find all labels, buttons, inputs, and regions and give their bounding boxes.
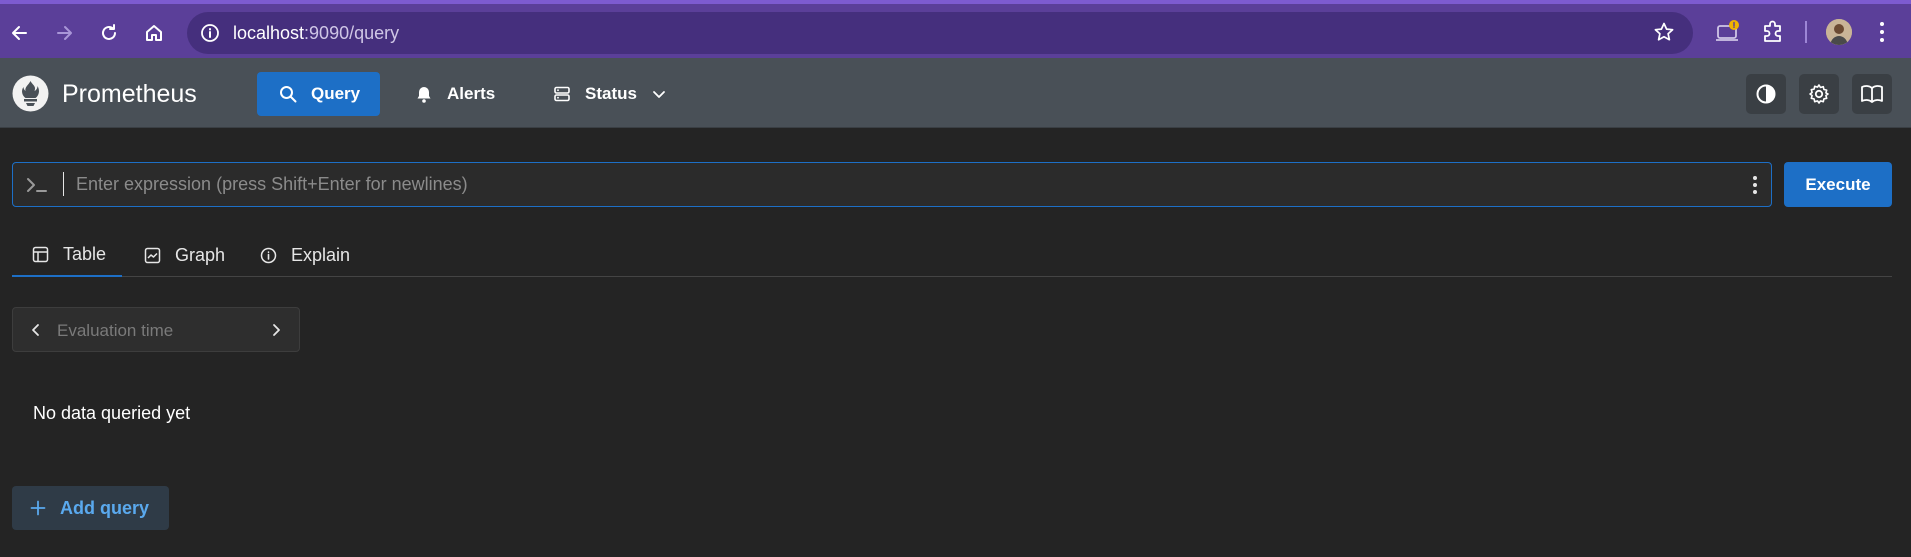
profile-avatar[interactable] bbox=[1826, 19, 1852, 45]
server-icon bbox=[553, 85, 571, 103]
contrast-icon bbox=[1755, 83, 1777, 105]
nav-status-dropdown[interactable]: Status bbox=[553, 72, 667, 116]
more-options-icon[interactable] bbox=[1751, 174, 1759, 196]
extensions-puzzle-icon[interactable] bbox=[1760, 18, 1786, 44]
search-icon bbox=[279, 85, 297, 103]
home-icon bbox=[144, 23, 164, 43]
extension-alert-icon[interactable] bbox=[1714, 16, 1742, 48]
prometheus-logo-icon[interactable] bbox=[12, 75, 49, 112]
empty-results-message: No data queried yet bbox=[33, 403, 191, 423]
tab-graph-label: Graph bbox=[175, 245, 226, 265]
app-brand[interactable]: Prometheus bbox=[62, 80, 197, 109]
browser-toolbar: localhost:9090/query bbox=[0, 0, 1911, 58]
chevron-left-icon[interactable] bbox=[29, 322, 43, 338]
site-info-icon[interactable] bbox=[199, 22, 221, 44]
browser-menu-icon[interactable] bbox=[1872, 18, 1892, 46]
execute-button[interactable]: Execute bbox=[1784, 162, 1892, 207]
tab-explain-label: Explain bbox=[291, 245, 351, 265]
tab-explain[interactable]: Explain bbox=[260, 234, 350, 277]
chevron-right-icon[interactable] bbox=[269, 322, 283, 338]
nav-query-label: Query bbox=[311, 84, 361, 103]
add-query-label: Add query bbox=[60, 497, 150, 518]
table-icon bbox=[32, 246, 49, 263]
url-path: :9090/query bbox=[304, 22, 400, 43]
plus-icon bbox=[30, 500, 46, 516]
gear-icon bbox=[1808, 83, 1830, 105]
evaluation-time-picker[interactable]: Evaluation time bbox=[12, 307, 300, 352]
arrow-right-icon bbox=[54, 23, 74, 43]
tab-table-label: Table bbox=[63, 244, 107, 264]
address-bar[interactable]: localhost:9090/query bbox=[187, 12, 1693, 54]
theme-toggle-button[interactable] bbox=[1746, 74, 1786, 114]
expression-input[interactable] bbox=[63, 172, 1723, 196]
graph-icon bbox=[144, 247, 161, 264]
nav-status-label: Status bbox=[585, 84, 637, 103]
expression-input-container bbox=[12, 162, 1772, 207]
arrow-left-icon bbox=[10, 23, 30, 43]
url-host: localhost bbox=[233, 22, 305, 43]
tab-table[interactable]: Table bbox=[12, 234, 122, 277]
url-text: localhost:9090/query bbox=[233, 23, 399, 44]
nav-query[interactable]: Query bbox=[257, 72, 380, 116]
reload-icon bbox=[99, 23, 119, 43]
reload-button[interactable] bbox=[92, 16, 126, 50]
tab-graph[interactable]: Graph bbox=[144, 234, 225, 277]
settings-button[interactable] bbox=[1799, 74, 1839, 114]
chevron-down-icon bbox=[651, 86, 667, 102]
bookmark-star-icon[interactable] bbox=[1653, 21, 1675, 43]
info-circle-icon bbox=[260, 247, 277, 264]
add-query-button[interactable]: Add query bbox=[12, 486, 169, 530]
home-button[interactable] bbox=[137, 16, 171, 50]
book-icon bbox=[1860, 83, 1884, 105]
app-navbar: Prometheus Query Alerts Status bbox=[0, 58, 1911, 128]
nav-alerts[interactable]: Alerts bbox=[415, 72, 495, 116]
evaluation-time-placeholder: Evaluation time bbox=[57, 321, 174, 340]
nav-alerts-label: Alerts bbox=[447, 84, 496, 103]
forward-button[interactable] bbox=[47, 16, 81, 50]
terminal-prompt-icon bbox=[25, 175, 49, 195]
back-button[interactable] bbox=[3, 16, 37, 50]
documentation-button[interactable] bbox=[1852, 74, 1892, 114]
toolbar-divider bbox=[1805, 21, 1807, 43]
bell-icon bbox=[415, 85, 433, 103]
result-tabs: Table Graph Explain bbox=[12, 234, 1892, 277]
